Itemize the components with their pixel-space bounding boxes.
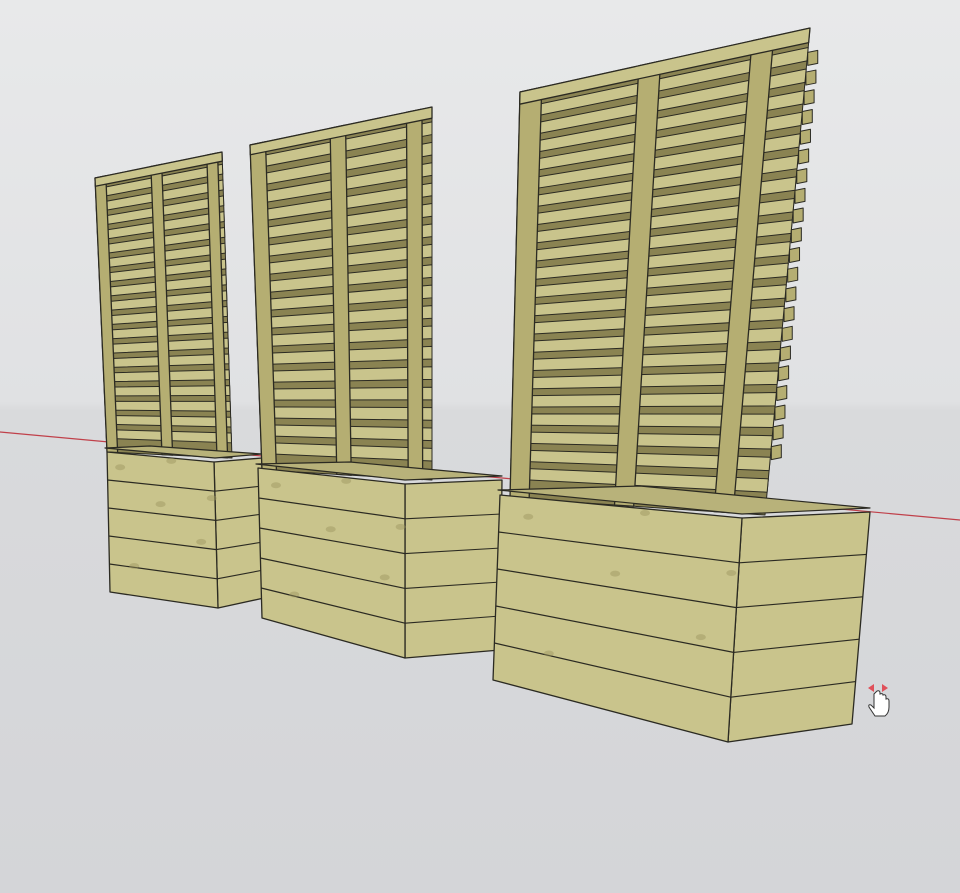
planter-right-wood-knot: [610, 570, 621, 577]
planter-right-slat-end: [785, 286, 797, 303]
planter-left-wood-knot: [166, 457, 177, 464]
planter-left-wood-knot: [129, 562, 140, 569]
planter-right-slat-end: [776, 384, 788, 401]
3d-scene[interactable]: [0, 0, 960, 893]
planter-right-slat-end: [790, 227, 802, 244]
planter-middle-wood-knot: [379, 574, 390, 581]
planter-right-slat-end: [781, 325, 793, 342]
planter-middle-wood-knot: [270, 482, 281, 489]
planter-right-slat-end: [792, 207, 804, 224]
planter-right-slat-end: [783, 306, 795, 323]
planter-left-wood-knot: [206, 495, 217, 502]
planter-left-box-front: [106, 451, 219, 609]
planter-middle-wood-knot: [289, 591, 300, 598]
planter-right-slat-end: [796, 168, 808, 185]
planter-right-box-side: [727, 511, 871, 743]
planter-right-wood-knot: [523, 513, 534, 520]
planter-right-slat-end: [798, 148, 810, 165]
planter-left-wood-knot: [196, 538, 207, 545]
planter-left-wood-knot: [115, 464, 126, 471]
planter-right-slat-end: [779, 345, 791, 362]
planter-right-slat-end: [772, 424, 784, 441]
planter-right-slat-end: [787, 266, 799, 283]
planter-right-slat-end: [778, 365, 790, 382]
planter-right-slat-end: [799, 128, 811, 145]
modeling-viewport[interactable]: [0, 0, 960, 893]
planter-middle-box-side: [404, 479, 503, 659]
planter-right-wood-knot: [543, 650, 554, 657]
planter-right-slat-end: [801, 108, 813, 125]
planter-middle-wood-knot: [341, 477, 352, 484]
planter-right-slat-end: [803, 89, 815, 106]
planter-left-wood-knot: [155, 501, 166, 508]
planter-right-slat-end: [805, 69, 817, 86]
planter-right-wood-knot: [639, 509, 650, 516]
planter-middle-trellis-post: [405, 108, 424, 481]
planter-right-slat-end: [789, 246, 801, 263]
planter-right-slat-end: [774, 404, 786, 421]
planter-right-slat-end: [807, 49, 819, 66]
planter-left-box-side: [213, 457, 265, 609]
planter-middle-wood-knot: [395, 523, 406, 530]
planter-right-wood-knot: [695, 634, 706, 641]
planter-middle-wood-knot: [325, 526, 336, 533]
planter-right-wood-knot: [726, 570, 737, 577]
planter-right-slat-end: [770, 444, 782, 461]
planter-right-slat-end: [794, 187, 806, 204]
